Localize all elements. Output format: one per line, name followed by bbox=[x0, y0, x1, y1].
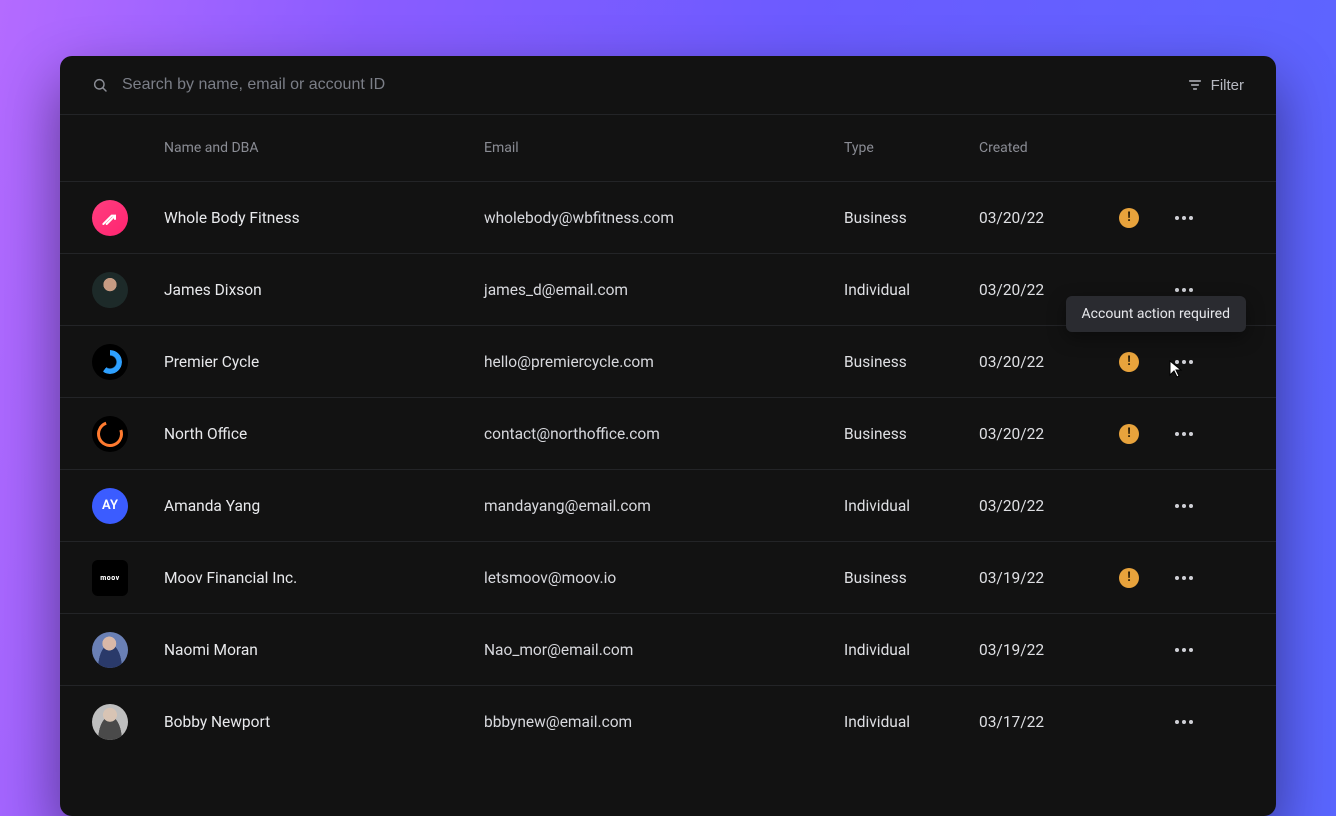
cell-email: contact@northoffice.com bbox=[484, 425, 844, 443]
filter-button[interactable]: Filter bbox=[1187, 77, 1244, 94]
cell-email: bbbynew@email.com bbox=[484, 713, 844, 731]
cell-email: mandayang@email.com bbox=[484, 497, 844, 515]
avatar: AY bbox=[92, 488, 128, 524]
filter-icon bbox=[1187, 77, 1203, 93]
col-email-header: Email bbox=[484, 140, 844, 156]
cell-name: Bobby Newport bbox=[164, 713, 484, 731]
cell-created: 03/20/22 bbox=[979, 353, 1079, 371]
cell-type: Business bbox=[844, 569, 979, 587]
col-created-header: Created bbox=[979, 140, 1079, 156]
col-name-header: Name and DBA bbox=[164, 140, 484, 156]
cell-created: 03/20/22 bbox=[979, 497, 1079, 515]
table-row[interactable]: moov Moov Financial Inc.letsmoov@moov.ioB… bbox=[60, 541, 1276, 613]
col-type-header: Type bbox=[844, 140, 979, 156]
more-actions-button[interactable] bbox=[1169, 570, 1199, 586]
cell-type: Business bbox=[844, 425, 979, 443]
cell-type: Individual bbox=[844, 281, 979, 299]
tooltip-action-required: Account action required bbox=[1066, 296, 1246, 332]
warning-icon[interactable]: ! bbox=[1119, 568, 1139, 588]
avatar bbox=[92, 200, 128, 236]
table-row[interactable]: Whole Body Fitnesswholebody@wbfitness.co… bbox=[60, 181, 1276, 253]
avatar bbox=[92, 632, 128, 668]
cell-created: 03/19/22 bbox=[979, 569, 1079, 587]
cell-name: Premier Cycle bbox=[164, 353, 484, 371]
cell-type: Individual bbox=[844, 713, 979, 731]
accounts-panel: Filter Name and DBA Email Type Created W… bbox=[60, 56, 1276, 816]
table-row[interactable]: Premier Cyclehello@premiercycle.comBusin… bbox=[60, 325, 1276, 397]
table-row[interactable]: Bobby Newportbbbynew@email.comIndividual… bbox=[60, 685, 1276, 757]
avatar: moov bbox=[92, 560, 128, 596]
cell-email: hello@premiercycle.com bbox=[484, 353, 844, 371]
more-actions-button[interactable] bbox=[1169, 642, 1199, 658]
accounts-table: Name and DBA Email Type Created Whole Bo… bbox=[60, 115, 1276, 757]
cell-created: 03/17/22 bbox=[979, 713, 1079, 731]
cell-email: wholebody@wbfitness.com bbox=[484, 209, 844, 227]
more-actions-button[interactable] bbox=[1169, 354, 1199, 370]
cell-name: Whole Body Fitness bbox=[164, 209, 484, 227]
warning-icon[interactable]: ! bbox=[1119, 424, 1139, 444]
more-actions-button[interactable] bbox=[1169, 714, 1199, 730]
cell-created: 03/20/22 bbox=[979, 209, 1079, 227]
cell-type: Business bbox=[844, 353, 979, 371]
table-row[interactable]: AY Amanda Yangmandayang@email.comIndividu… bbox=[60, 469, 1276, 541]
cell-name: Naomi Moran bbox=[164, 641, 484, 659]
warning-icon[interactable]: ! bbox=[1119, 352, 1139, 372]
more-actions-button[interactable] bbox=[1169, 426, 1199, 442]
cell-type: Individual bbox=[844, 497, 979, 515]
cell-email: Nao_mor@email.com bbox=[484, 641, 844, 659]
cell-type: Business bbox=[844, 209, 979, 227]
search-bar: Filter bbox=[60, 56, 1276, 115]
cell-created: 03/20/22 bbox=[979, 281, 1079, 299]
cell-created: 03/20/22 bbox=[979, 425, 1079, 443]
cell-created: 03/19/22 bbox=[979, 641, 1079, 659]
cell-name: Amanda Yang bbox=[164, 497, 484, 515]
search-input[interactable] bbox=[122, 76, 1187, 94]
table-header: Name and DBA Email Type Created bbox=[60, 115, 1276, 181]
more-actions-button[interactable] bbox=[1169, 210, 1199, 226]
avatar bbox=[92, 272, 128, 308]
cell-name: James Dixson bbox=[164, 281, 484, 299]
cell-type: Individual bbox=[844, 641, 979, 659]
search-icon bbox=[92, 77, 108, 93]
table-row[interactable]: North Officecontact@northoffice.comBusin… bbox=[60, 397, 1276, 469]
warning-icon[interactable]: ! bbox=[1119, 208, 1139, 228]
cell-name: Moov Financial Inc. bbox=[164, 569, 484, 587]
filter-label: Filter bbox=[1211, 77, 1244, 94]
cell-email: letsmoov@moov.io bbox=[484, 569, 844, 587]
avatar bbox=[92, 416, 128, 452]
more-actions-button[interactable] bbox=[1169, 498, 1199, 514]
cell-email: james_d@email.com bbox=[484, 281, 844, 299]
table-row[interactable]: Naomi MoranNao_mor@email.comIndividual03… bbox=[60, 613, 1276, 685]
cell-name: North Office bbox=[164, 425, 484, 443]
avatar bbox=[92, 344, 128, 380]
avatar bbox=[92, 704, 128, 740]
